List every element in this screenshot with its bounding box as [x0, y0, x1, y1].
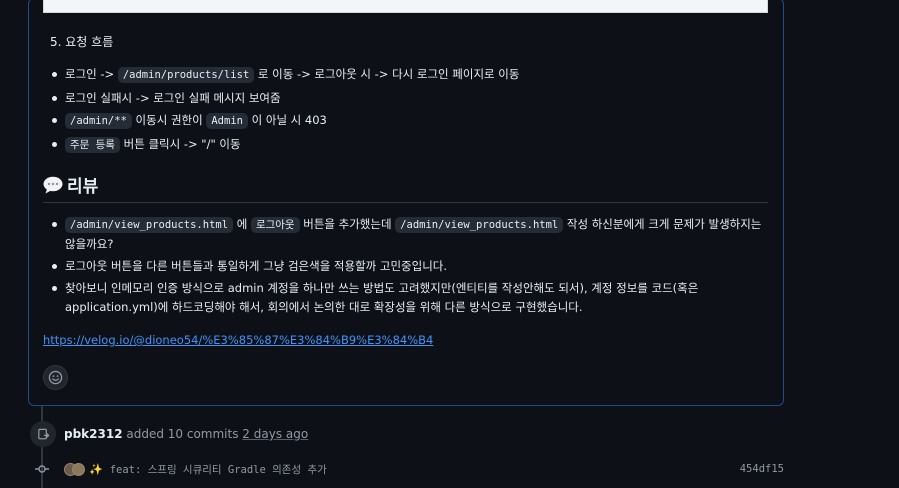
event-action: added 10 commits: [122, 427, 243, 441]
list-item: 로그아웃 버튼을 다른 버튼들과 통일하게 그냥 검은색을 적용할까 고민중입니…: [50, 257, 768, 276]
list-item: 로그인 실패시 -> 로그인 실패 메시지 보여줌: [50, 87, 519, 110]
flow-list: 로그인 -> /admin/products/list 로 이동 -> 로그아웃…: [50, 63, 519, 156]
sparkle-icon: ✨: [89, 462, 103, 476]
list-item: 주문 등록 버튼 클릭시 -> "/" 이동: [50, 133, 519, 157]
section-heading: 5. 요청 흐름: [50, 35, 114, 49]
event-user-link[interactable]: pbk2312: [64, 427, 123, 441]
event-time-link[interactable]: 2 days ago: [242, 427, 308, 441]
list-item: /admin/** 이동시 권한이 Admin 이 아닐 시 403: [50, 109, 519, 133]
review-heading-text: 리뷰: [67, 177, 99, 197]
heading-divider: [43, 202, 768, 203]
commit-message-link[interactable]: feat: 스프링 시큐리티 Gradle 의존성 추가: [110, 462, 327, 477]
git-commit-icon: [34, 461, 50, 477]
review-heading: 리뷰: [43, 172, 98, 197]
push-event: pbk2312 added 10 commits 2 days ago: [30, 421, 308, 447]
list-item: 로그인 -> /admin/products/list 로 이동 -> 로그아웃…: [50, 63, 519, 87]
commit-row: ✨ feat: 스프링 시큐리티 Gradle 의존성 추가 454df15: [34, 459, 784, 479]
add-reaction-button[interactable]: [43, 365, 68, 390]
smiley-icon: [48, 370, 63, 385]
repo-push-icon: [30, 421, 56, 447]
commit-sha-link[interactable]: 454df15: [740, 463, 784, 475]
speech-balloon-icon: [43, 176, 63, 193]
list-item: /admin/view_products.html 에 로그아웃 버튼을 추가했…: [50, 215, 768, 254]
avatar[interactable]: [72, 462, 85, 476]
velog-link[interactable]: https://velog.io/@dioneo54/%E3%85%87%E3%…: [43, 333, 433, 347]
list-item: 찾아보니 인메모리 인증 방식으로 admin 계정을 하나만 쓰는 방법도 고…: [50, 279, 768, 317]
embedded-image: [43, 0, 768, 13]
review-list: /admin/view_products.html 에 로그아웃 버튼을 추가했…: [50, 215, 768, 320]
